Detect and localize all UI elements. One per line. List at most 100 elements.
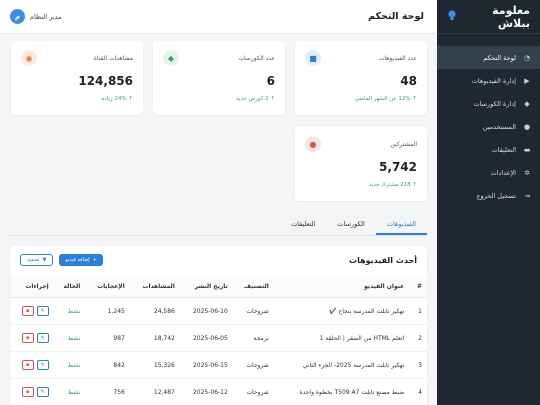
- video-category: شروحات: [232, 378, 274, 405]
- row-number: 3: [409, 351, 427, 379]
- table-row: 2 اتعلم HTML من الصفر | الحلقة 1 برمجة 2…: [10, 324, 427, 352]
- lightbulb-icon: [447, 9, 457, 24]
- panel-actions: + إضافة فيديو ▼ تصفية: [20, 254, 103, 266]
- video-date: 2025-06-15: [179, 351, 233, 379]
- stat-trend: ↑ 12% عن الشهر الماضي: [354, 96, 417, 102]
- video-icon: ▶: [524, 76, 530, 85]
- col-likes: الإعجابات: [85, 276, 130, 298]
- sidebar-item-label: التعليقات: [491, 145, 516, 154]
- stat-label: عدد الفيديوهات: [378, 54, 417, 62]
- add-video-button[interactable]: + إضافة فيديو: [59, 254, 103, 266]
- sidebar-item-courses[interactable]: ◆ إدارة الكورسات: [437, 92, 540, 115]
- tab-comments[interactable]: التعليقات: [280, 214, 326, 235]
- tab-videos[interactable]: الفيديوهات: [375, 214, 427, 235]
- row-number: 1: [409, 297, 427, 325]
- video-title: تهكير تابلت المدرسة بنجاح ✔️: [273, 297, 410, 325]
- page-title: لوحة التحكم: [368, 11, 424, 22]
- stat-value: 124,856: [78, 74, 133, 88]
- sidebar-item-comments[interactable]: ▬ التعليقات: [437, 138, 540, 161]
- trash-icon: ▪: [26, 335, 30, 341]
- table-row: 1 تهكير تابلت المدرسة بنجاح ✔️ شروحات 20…: [10, 297, 427, 325]
- sidebar-item-label: المستخدمين: [482, 122, 516, 131]
- row-number: 2: [409, 324, 427, 352]
- video-title: تهكير تابلت المدرسة 2025- الجزء الثاني: [273, 351, 410, 379]
- sidebar-item-label: إدارة الفيديوهات: [471, 76, 516, 85]
- row-number: 4: [409, 378, 427, 405]
- edit-button[interactable]: ✎: [36, 306, 49, 316]
- row-actions: ✎ ▪: [10, 324, 54, 352]
- video-category: شروحات: [232, 351, 274, 379]
- video-likes: 842: [85, 351, 130, 379]
- sidebar-item-label: تسجيل الخروج: [476, 191, 516, 200]
- sidebar-item-dashboard[interactable]: ◔ لوحة التحكم: [437, 46, 540, 69]
- trash-icon: ▪: [26, 362, 30, 368]
- stat-value: 6: [266, 74, 275, 88]
- delete-button[interactable]: ▪: [21, 333, 34, 343]
- stat-card-videos: عدد الفيديوهات ■ 48 ↑ 12% عن الشهر الماض…: [295, 41, 427, 115]
- status-badge: نشط: [53, 378, 86, 405]
- tab-courses[interactable]: الكورسات: [326, 214, 375, 235]
- latest-videos-panel: أحدث الفيديوهات + إضافة فيديو ▼ تصفية # …: [10, 246, 427, 405]
- row-actions: ✎ ▪: [10, 297, 54, 325]
- stat-trend: ↑ 24% زيادة: [101, 96, 133, 102]
- sidebar: معلومة ببلاش ◔ لوحة التحكم ▶ إدارة الفيد…: [437, 0, 540, 405]
- eye-icon: ◉: [21, 50, 37, 66]
- video-date: 2025-06-05: [179, 324, 233, 352]
- col-title: عنوان الفيديو: [273, 276, 410, 298]
- stat-value: 48: [400, 74, 417, 88]
- stat-label: عدد الكورسات: [238, 54, 275, 62]
- video-title: اتعلم HTML من الصفر | الحلقة 1: [273, 324, 410, 352]
- filter-button[interactable]: ▼ تصفية: [20, 254, 54, 266]
- sidebar-nav: ◔ لوحة التحكم ▶ إدارة الفيديوهات ◆ إدارة…: [437, 34, 540, 207]
- sidebar-item-users[interactable]: ● المستخدمين: [437, 115, 540, 138]
- panel-header: أحدث الفيديوهات + إضافة فيديو ▼ تصفية: [10, 246, 427, 276]
- sign-out-icon: ⇥: [524, 191, 530, 200]
- sidebar-item-videos[interactable]: ▶ إدارة الفيديوهات: [437, 69, 540, 92]
- col-views: المشاهدات: [129, 276, 180, 298]
- edit-button[interactable]: ✎: [36, 333, 49, 343]
- video-likes: 756: [85, 378, 130, 405]
- video-category: برمجة: [232, 324, 274, 352]
- status-badge: نشط: [53, 297, 86, 325]
- content-tabs: الفيديوهات الكورسات التعليقات: [10, 214, 427, 236]
- col-status: الحالة: [53, 276, 86, 298]
- pencil-icon: ✎: [40, 362, 45, 368]
- table-header-row: # عنوان الفيديو التصنيف تاريخ النشر المش…: [10, 276, 427, 298]
- top-header: لوحة التحكم مدير النظام م: [0, 0, 437, 34]
- brand[interactable]: معلومة ببلاش: [437, 0, 540, 34]
- video-camera-icon: ■: [305, 50, 321, 66]
- trash-icon: ▪: [26, 308, 30, 314]
- avatar: م: [10, 9, 25, 24]
- col-number: #: [409, 276, 427, 298]
- filter-label: تصفية: [27, 257, 40, 263]
- users-icon: ●: [305, 136, 321, 152]
- stat-trend: ↑ 2 كورس جديد: [236, 96, 275, 102]
- users-icon: ●: [523, 122, 531, 131]
- edit-button[interactable]: ✎: [36, 360, 49, 370]
- sidebar-item-settings[interactable]: ✲ الإعدادات: [437, 161, 540, 184]
- sidebar-item-label: إدارة الكورسات: [473, 99, 516, 108]
- video-likes: 987: [85, 324, 130, 352]
- delete-button[interactable]: ▪: [21, 387, 34, 397]
- delete-button[interactable]: ▪: [21, 306, 34, 316]
- sidebar-item-logout[interactable]: ⇥ تسجيل الخروج: [437, 184, 540, 207]
- brand-name: معلومة ببلاش: [492, 3, 530, 30]
- sidebar-item-label: الإعدادات: [490, 168, 516, 177]
- col-date: تاريخ النشر: [179, 276, 233, 298]
- delete-button[interactable]: ▪: [21, 360, 34, 370]
- comments-icon: ▬: [523, 145, 531, 154]
- video-views: 12,487: [129, 378, 180, 405]
- edit-button[interactable]: ✎: [36, 387, 49, 397]
- col-category: التصنيف: [232, 276, 274, 298]
- video-title: ضبط مصنع تابلت T509 A7 بخطوة واحدة: [273, 378, 410, 405]
- panel-title: أحدث الفيديوهات: [349, 255, 417, 265]
- add-video-label: إضافة فيديو: [65, 257, 90, 263]
- video-category: شروحات: [232, 297, 274, 325]
- row-actions: ✎ ▪: [10, 378, 54, 405]
- video-views: 18,742: [129, 324, 180, 352]
- video-likes: 1,245: [85, 297, 130, 325]
- pencil-icon: ✎: [40, 335, 45, 341]
- pencil-icon: ✎: [40, 308, 45, 314]
- video-views: 24,586: [129, 297, 180, 325]
- user-menu[interactable]: مدير النظام م: [10, 9, 61, 24]
